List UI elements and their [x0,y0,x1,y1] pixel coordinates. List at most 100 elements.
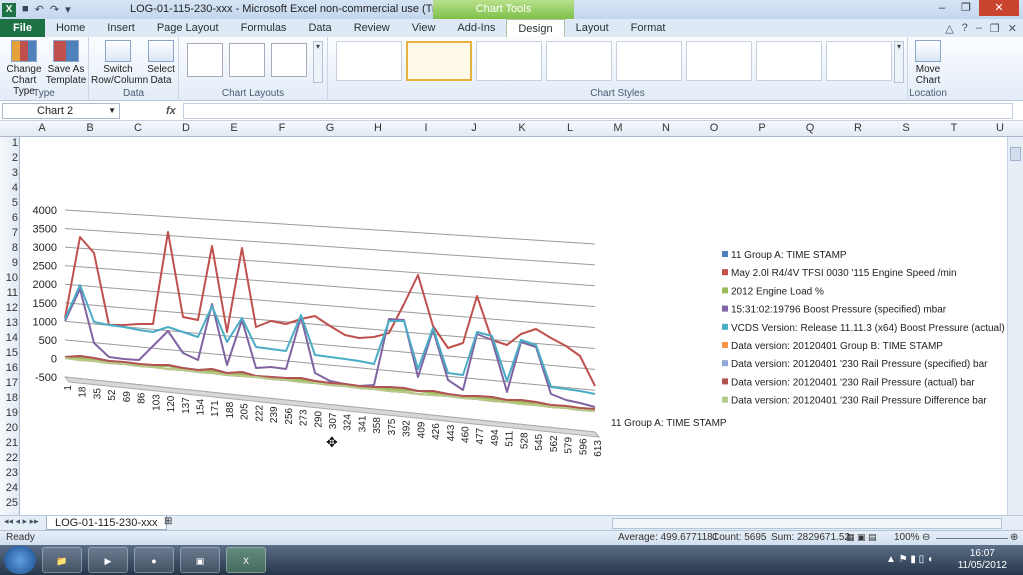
styles-more-icon[interactable]: ▾ [894,41,904,83]
formula-input[interactable] [183,103,1013,119]
row-header[interactable]: 7 [0,227,18,239]
name-box[interactable]: Chart 2 ▼ [2,102,120,119]
row-header[interactable]: 20 [0,422,18,434]
media-player-icon[interactable]: ▶ [88,547,128,573]
worksheet-grid[interactable]: 4000 3500 3000 2500 2000 1500 1000 500 0 -500 1 18 3… [20,137,1023,515]
chart-style-3[interactable] [476,41,542,81]
row-header[interactable]: 18 [0,392,18,404]
chart-style-7[interactable] [756,41,822,81]
chart-style-8[interactable] [826,41,892,81]
excel-taskbar-icon[interactable]: X [226,547,266,573]
row-header[interactable]: 10 [0,272,18,284]
column-header[interactable]: K [512,122,532,134]
column-header[interactable]: E [224,122,244,134]
sheet-tab[interactable]: LOG-01-115-230-xxx [46,516,167,530]
row-header[interactable]: 5 [0,197,18,209]
row-header[interactable]: 1 [0,137,18,149]
fx-icon[interactable]: fx [166,105,176,117]
move-chart-button[interactable]: Move Chart [912,40,944,86]
tab-formulas[interactable]: Formulas [230,19,298,37]
close-icon[interactable]: ✕ [979,0,1019,16]
row-header[interactable]: 21 [0,437,18,449]
column-header[interactable]: F [272,122,292,134]
tab-insert[interactable]: Insert [96,19,146,37]
column-header[interactable]: J [464,122,484,134]
zoom-out-icon[interactable]: ⊖ [922,532,930,543]
tab-data[interactable]: Data [297,19,342,37]
tab-add-ins[interactable]: Add-Ins [446,19,506,37]
name-box-dropdown-icon[interactable]: ▼ [108,104,116,118]
tab-format[interactable]: Format [620,19,677,37]
chart-style-5[interactable] [616,41,682,81]
doc-close-icon[interactable]: ✕ [1008,22,1017,35]
column-header[interactable]: B [80,122,100,134]
row-header[interactable]: 2 [0,152,18,164]
doc-minimize-icon[interactable]: – [976,22,982,35]
column-header[interactable]: C [128,122,148,134]
chart-style-6[interactable] [686,41,752,81]
firefox-icon[interactable]: ● [134,547,174,573]
column-header[interactable]: D [176,122,196,134]
explorer-icon[interactable]: 📁 [42,547,82,573]
vertical-scroll-thumb[interactable] [1010,147,1021,161]
row-header[interactable]: 3 [0,167,18,179]
view-buttons-icon[interactable]: ▦ ▣ ▤ [846,532,877,543]
column-header[interactable]: G [320,122,340,134]
minimize-icon[interactable]: – [931,0,953,16]
chart-style-2[interactable] [406,41,472,81]
tab-design[interactable]: Design [506,18,565,38]
row-header[interactable]: 22 [0,452,18,464]
tab-file[interactable]: File [0,19,45,37]
save-as-template-button[interactable]: Save As Template [45,40,87,86]
column-header[interactable]: S [896,122,916,134]
chart-style-1[interactable] [336,41,402,81]
row-header[interactable]: 11 [0,287,18,299]
column-header[interactable]: A [32,122,52,134]
line-chart[interactable]: 40003500300025002000150010005000-5001 18 3… [20,137,1023,515]
row-header[interactable]: 16 [0,362,18,374]
row-header[interactable]: 6 [0,212,18,224]
row-header[interactable]: 15 [0,347,18,359]
column-header[interactable]: P [752,122,772,134]
minimize-ribbon-icon[interactable]: △ [945,22,953,35]
vcds-icon[interactable]: ▣ [180,547,220,573]
sheet-nav-arrows-icon[interactable]: ◂◂ ◂ ▸ ▸▸ [4,516,39,527]
switch-row-column-button[interactable]: Switch Row/Column [91,40,148,86]
row-header[interactable]: 25 [0,497,18,509]
row-header[interactable]: 12 [0,302,18,314]
horizontal-scrollbar[interactable] [612,518,1002,529]
zoom-level[interactable]: 100% [894,532,920,543]
row-header[interactable]: 13 [0,317,18,329]
insert-sheet-icon[interactable]: ⊞ [164,516,172,527]
tab-page-layout[interactable]: Page Layout [146,19,230,37]
start-button-icon[interactable] [4,546,36,574]
chart-style-4[interactable] [546,41,612,81]
column-header[interactable]: I [416,122,436,134]
tab-layout[interactable]: Layout [565,19,620,37]
system-clock[interactable]: 16:07 11/05/2012 [958,548,1007,572]
column-header[interactable]: R [848,122,868,134]
column-header[interactable]: Q [800,122,820,134]
column-header[interactable]: O [704,122,724,134]
row-header[interactable]: 14 [0,332,18,344]
system-tray-icons[interactable]: ▲ ⚑ ▮ ▯ ◖ [886,554,933,565]
row-header[interactable]: 17 [0,377,18,389]
layouts-more-icon[interactable]: ▾ [313,41,323,83]
restore-icon[interactable]: ❐ [955,0,977,16]
row-header[interactable]: 8 [0,242,18,254]
column-header[interactable]: N [656,122,676,134]
tab-home[interactable]: Home [45,19,96,37]
tab-review[interactable]: Review [343,19,401,37]
column-header[interactable]: M [608,122,628,134]
column-header[interactable]: H [368,122,388,134]
tab-view[interactable]: View [401,19,447,37]
row-header[interactable]: 4 [0,182,18,194]
column-header[interactable]: L [560,122,580,134]
row-header[interactable]: 24 [0,482,18,494]
chart-layout-2[interactable] [229,43,265,77]
help-icon[interactable]: ? [962,22,968,35]
customize-qat-icon[interactable]: ▾ [65,3,71,16]
row-header[interactable]: 9 [0,257,18,269]
chart-layout-3[interactable] [271,43,307,77]
column-header[interactable]: T [944,122,964,134]
